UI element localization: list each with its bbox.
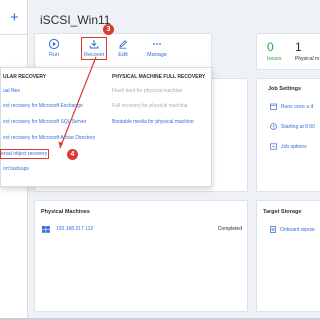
edit-label: Edit — [118, 52, 128, 58]
machine-ip[interactable]: 192.168.217.112 — [56, 226, 93, 232]
edit-icon — [117, 38, 129, 50]
machines-label: Physical m — [295, 56, 320, 62]
full-recovery-header: PHYSICAL MACHINE FULL RECOVERY — [112, 74, 206, 80]
menu-item-bootable-media[interactable]: Bootable media for physical machine — [112, 119, 194, 125]
manage-button[interactable]: Manage — [147, 38, 167, 58]
table-row[interactable]: 192.168.217.112 Completed — [42, 226, 242, 236]
schedule-link[interactable]: Runs once a d — [270, 103, 313, 110]
job-options-link[interactable]: Job options — [270, 143, 307, 150]
menu-item-sql-server[interactable]: ect recovery for Microsoft SQL Server — [3, 119, 86, 125]
run-label: Run — [48, 52, 60, 58]
machines-count: 1 — [295, 40, 302, 54]
recover-button[interactable]: Recover — [80, 37, 108, 60]
issues-count: 0 — [267, 40, 274, 54]
start-time-link[interactable]: Starting at 8:00 — [270, 123, 315, 130]
machine-status: Completed — [217, 226, 242, 232]
run-button[interactable]: Run — [48, 38, 60, 58]
step-3-badge: 3 — [103, 24, 114, 35]
physical-machines-title: Physical Machines — [41, 209, 90, 215]
sidebar-divider — [0, 34, 27, 35]
start-time-text: Starting at 8:00 — [281, 123, 315, 130]
options-icon — [270, 143, 277, 150]
target-storage-card: Target Storage Onboard reposi — [256, 200, 320, 312]
issues-link[interactable]: Issues — [267, 56, 281, 62]
physical-machines-card: Physical Machines 192.168.217.112 Comple… — [34, 200, 248, 312]
storage-link[interactable]: Onboard reposi — [270, 226, 314, 233]
download-icon — [84, 38, 104, 50]
edit-button[interactable]: Edit — [117, 38, 129, 58]
step-4-badge: 4 — [67, 149, 78, 160]
storage-text: Onboard reposi — [280, 226, 315, 233]
play-icon — [48, 38, 60, 50]
job-settings-card: Job Settings Runs once a d Starting at 8… — [256, 78, 320, 192]
recover-label: Recover — [84, 52, 105, 58]
job-toolbar: Run Recover Edit Manage — [34, 33, 212, 70]
target-storage-title: Target Storage — [263, 209, 302, 215]
menu-item-flash-boot[interactable]: Flash boot for physical machine — [112, 88, 182, 94]
schedule-text: Runs once a d — [281, 103, 314, 110]
menu-item-export-backups[interactable]: ort backups — [3, 166, 29, 172]
menu-item-individual-files[interactable]: ual files — [3, 88, 20, 94]
calendar-icon — [270, 103, 277, 110]
granular-recovery-header: ULAR RECOVERY — [3, 74, 47, 80]
menu-item-universal-object-recovery[interactable]: ersal object recovery — [0, 149, 50, 159]
more-icon — [147, 38, 167, 50]
manage-label: Manage — [147, 52, 167, 58]
job-options-text: Job options — [281, 143, 307, 150]
clock-icon — [270, 123, 277, 130]
job-stats: 0 Issues 1 Physical m — [256, 33, 320, 70]
page-title: iSCSI_Win11 — [40, 13, 111, 27]
windows-icon — [42, 226, 50, 233]
menu-item-full-recovery[interactable]: Full recovery for physical machine — [112, 103, 188, 109]
menu-item-exchange[interactable]: ect recovery for Microsoft Exchange — [3, 103, 83, 109]
job-settings-title: Job Settings — [268, 86, 302, 92]
recover-menu: ULAR RECOVERY PHYSICAL MACHINE FULL RECO… — [0, 67, 212, 187]
storage-icon — [270, 226, 276, 233]
add-button[interactable]: + — [10, 10, 19, 25]
menu-item-active-directory[interactable]: ect recovery for Microsoft Active Direct… — [3, 135, 95, 141]
